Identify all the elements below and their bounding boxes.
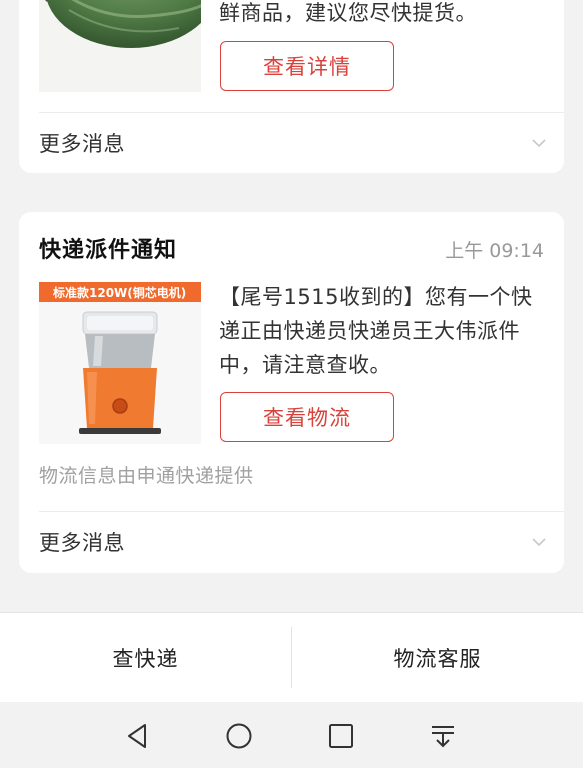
melon-image xyxy=(45,0,201,48)
more-messages-row[interactable]: 更多消息 xyxy=(39,512,548,572)
notification-card-2: 快递派件通知 上午 09:14 标准款120W(铜芯电机) 【尾号1515收到的… xyxy=(19,212,564,573)
notification-pull-icon[interactable] xyxy=(427,720,459,752)
query-express-button[interactable]: 查快递 xyxy=(0,613,291,702)
chevron-down-icon xyxy=(532,139,546,148)
card-timestamp: 上午 09:14 xyxy=(445,240,544,262)
home-icon[interactable] xyxy=(223,720,255,752)
more-messages-row[interactable]: 更多消息 xyxy=(39,113,548,173)
more-messages-label: 更多消息 xyxy=(39,132,125,156)
view-logistics-button[interactable]: 查看物流 xyxy=(220,392,394,442)
card-title: 快递派件通知 xyxy=(39,238,178,263)
more-messages-label: 更多消息 xyxy=(39,531,125,555)
notification-card-1: 鲜商品，建议您尽快提货。 查看详情 更多消息 xyxy=(19,0,564,173)
product-image-grinder[interactable]: 标准款120W(铜芯电机) xyxy=(39,282,201,444)
provider-note: 物流信息由申通快递提供 xyxy=(39,465,254,487)
grinder-image xyxy=(79,311,161,434)
back-icon[interactable] xyxy=(121,720,153,752)
view-details-button[interactable]: 查看详情 xyxy=(220,41,394,91)
recents-icon[interactable] xyxy=(325,720,357,752)
product-banner: 标准款120W(铜芯电机) xyxy=(39,282,201,302)
bottom-action-bar: 查快递 物流客服 xyxy=(0,612,583,702)
card-message: 【尾号1515收到的】您有一个快递正由快递员快递员王大伟派件中，请注意查收。 xyxy=(219,285,533,377)
card-message: 鲜商品，建议您尽快提货。 xyxy=(219,1,477,25)
chevron-down-icon xyxy=(532,538,546,547)
logistics-service-button[interactable]: 物流客服 xyxy=(292,613,583,702)
system-nav-bar xyxy=(0,702,583,768)
product-image-melon[interactable] xyxy=(39,0,201,92)
